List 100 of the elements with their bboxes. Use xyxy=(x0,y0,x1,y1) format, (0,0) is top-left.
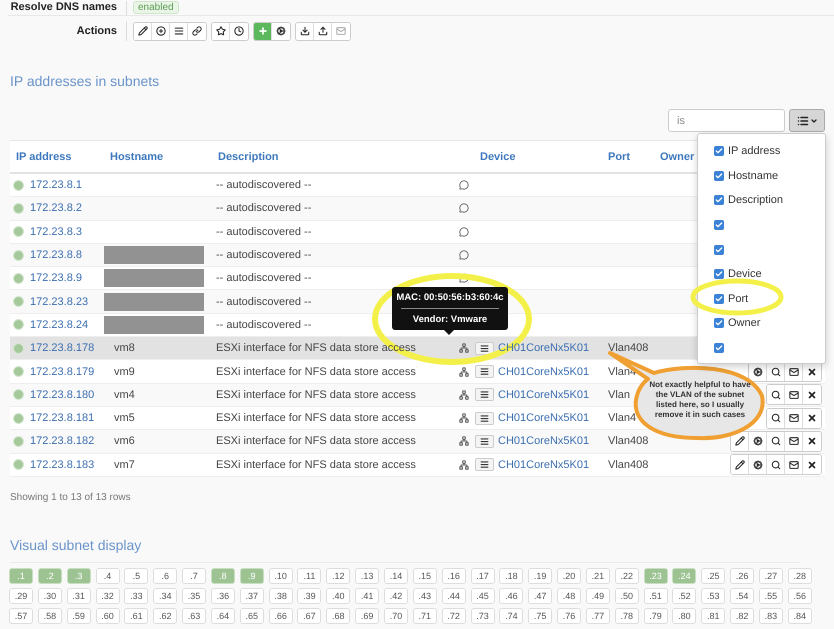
address-cell[interactable]: .69 xyxy=(355,608,380,624)
network-icon[interactable] xyxy=(458,390,468,400)
column-option[interactable]: Hostname xyxy=(714,164,778,188)
column-header[interactable]: Hostname xyxy=(110,150,164,162)
column-header[interactable]: Owner xyxy=(660,150,694,162)
device-link[interactable]: CH01CoreNx5K01 xyxy=(498,366,590,378)
ip-link[interactable]: 172.23.8.3 xyxy=(30,226,82,238)
address-cell[interactable]: .13 xyxy=(355,568,380,584)
address-cell[interactable]: .62 xyxy=(153,608,178,624)
address-cell[interactable]: .22 xyxy=(614,568,639,584)
ip-link[interactable]: 172.23.8.9 xyxy=(30,272,82,284)
address-cell[interactable]: .74 xyxy=(499,608,524,624)
address-cell[interactable]: .4 xyxy=(96,568,120,584)
device-button[interactable] xyxy=(475,388,494,402)
address-cell[interactable]: .30 xyxy=(38,588,62,604)
ip-link[interactable]: 172.23.8.181 xyxy=(30,412,94,424)
column-option[interactable]: IP address xyxy=(714,139,780,164)
address-cell[interactable]: .44 xyxy=(442,588,466,604)
address-cell[interactable]: .71 xyxy=(412,608,437,624)
address-cell[interactable]: .34 xyxy=(153,588,178,604)
address-cell[interactable]: .37 xyxy=(240,588,264,604)
address-cell[interactable]: .76 xyxy=(557,608,582,624)
address-cell[interactable]: .16 xyxy=(442,568,466,584)
address-cell[interactable]: .65 xyxy=(240,608,264,624)
address-cell[interactable]: .64 xyxy=(210,608,235,624)
checkbox[interactable] xyxy=(714,318,724,328)
pencil-button[interactable] xyxy=(731,455,749,474)
search-button[interactable] xyxy=(767,385,785,404)
comment-icon[interactable] xyxy=(458,250,468,260)
address-cell[interactable]: .21 xyxy=(586,568,610,584)
network-icon[interactable] xyxy=(458,343,468,354)
address-cell[interactable]: .59 xyxy=(66,608,91,624)
checkbox[interactable] xyxy=(714,146,724,156)
address-cell[interactable]: .57 xyxy=(9,608,33,624)
device-button[interactable] xyxy=(475,458,494,472)
ip-link[interactable]: 172.23.8.179 xyxy=(30,366,94,378)
device-button[interactable] xyxy=(475,434,494,448)
address-cell[interactable]: .18 xyxy=(499,568,524,584)
address-cell[interactable]: .81 xyxy=(701,608,726,624)
address-cell[interactable]: .63 xyxy=(182,608,206,624)
address-cell[interactable]: .70 xyxy=(384,608,408,624)
search-field[interactable]: is xyxy=(668,109,785,132)
star-button[interactable] xyxy=(212,22,230,40)
ip-link[interactable]: 172.23.8.178 xyxy=(30,342,94,354)
address-cell[interactable]: .17 xyxy=(470,568,494,584)
device-link[interactable]: CH01CoreNx5K01 xyxy=(498,435,590,448)
address-cell[interactable]: .25 xyxy=(701,568,726,584)
checkbox[interactable] xyxy=(714,244,724,255)
address-cell[interactable]: .56 xyxy=(788,588,812,604)
network-icon[interactable] xyxy=(458,413,468,424)
ip-link[interactable]: 172.23.8.182 xyxy=(30,435,94,448)
ip-link[interactable]: 172.23.8.2 xyxy=(30,202,82,214)
address-cell[interactable]: .75 xyxy=(528,608,552,624)
column-option[interactable]: Owner xyxy=(714,311,760,336)
address-cell[interactable]: .58 xyxy=(38,608,62,624)
checkbox[interactable] xyxy=(714,170,724,181)
checkbox[interactable] xyxy=(714,195,724,206)
address-cell[interactable]: .54 xyxy=(730,588,754,604)
checkbox[interactable] xyxy=(714,294,724,304)
ip-link[interactable]: 172.23.8.23 xyxy=(30,296,88,308)
address-cell[interactable]: .46 xyxy=(499,588,524,604)
ip-link[interactable]: 172.23.8.8 xyxy=(30,249,82,262)
device-button[interactable] xyxy=(475,342,494,355)
network-icon[interactable] xyxy=(458,366,468,377)
address-cell[interactable]: .35 xyxy=(182,588,206,604)
address-cell[interactable]: .45 xyxy=(470,588,494,604)
comment-icon[interactable] xyxy=(458,203,468,214)
columns-button[interactable] xyxy=(789,109,825,132)
column-option[interactable]: Port xyxy=(714,286,748,312)
address-cell[interactable]: .28 xyxy=(788,568,812,584)
address-cell[interactable]: .52 xyxy=(672,588,696,604)
checkbox[interactable] xyxy=(714,343,724,354)
column-option[interactable]: Description xyxy=(714,188,784,213)
address-cell[interactable]: .67 xyxy=(297,608,322,624)
address-cell[interactable]: .20 xyxy=(557,568,582,584)
address-cell[interactable]: .73 xyxy=(470,608,494,624)
network-icon[interactable] xyxy=(458,460,468,470)
address-cell[interactable]: .6 xyxy=(153,568,178,584)
address-cell[interactable]: .72 xyxy=(442,608,466,624)
column-header[interactable]: Port xyxy=(608,150,630,162)
comment-icon[interactable] xyxy=(458,180,468,190)
pencil-button[interactable] xyxy=(731,432,749,451)
address-cell[interactable]: .38 xyxy=(268,588,293,604)
address-cell[interactable]: .83 xyxy=(758,608,783,624)
ip-link[interactable]: 172.23.8.24 xyxy=(30,318,88,331)
address-cell[interactable]: .51 xyxy=(644,588,668,604)
address-cell[interactable]: .77 xyxy=(586,608,610,624)
address-cell[interactable]: .84 xyxy=(788,608,812,624)
device-link[interactable]: CH01CoreNx5K01 xyxy=(498,412,590,424)
network-icon[interactable] xyxy=(458,436,468,446)
address-cell[interactable]: .31 xyxy=(66,588,91,604)
address-cell[interactable]: .66 xyxy=(268,608,293,624)
address-cell[interactable]: .14 xyxy=(384,568,408,584)
address-cell[interactable]: .40 xyxy=(326,588,350,604)
column-header[interactable]: IP address xyxy=(16,150,72,162)
column-option[interactable]: Device xyxy=(714,262,762,287)
address-cell[interactable]: .12 xyxy=(326,568,350,584)
comment-icon[interactable] xyxy=(458,226,468,237)
address-cell[interactable]: .39 xyxy=(297,588,322,604)
download-button[interactable] xyxy=(296,22,314,40)
